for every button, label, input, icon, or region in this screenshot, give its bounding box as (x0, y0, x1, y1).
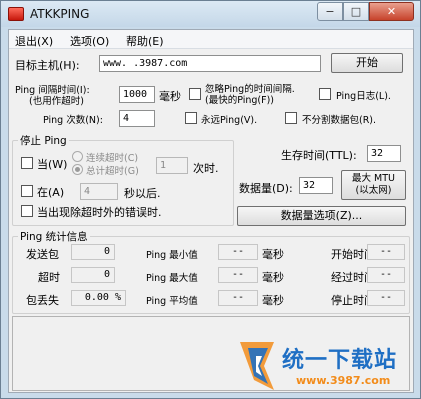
sent-value: 0 (71, 244, 115, 260)
window-title: ATKKPING (30, 7, 90, 21)
ping-min-label: Ping 最小值 (146, 250, 198, 261)
seconds-input[interactable]: 4 (80, 183, 118, 200)
title-bar[interactable]: ATKKPING − □ ✕ (1, 1, 420, 27)
timeout-count-input[interactable]: 1 (156, 157, 188, 174)
forever-ping-checkbox[interactable] (185, 112, 197, 124)
stop-after-checkbox[interactable] (21, 185, 33, 197)
maximize-button[interactable]: □ (343, 2, 369, 21)
total-timeout-label: 总计超时(G) (86, 166, 139, 177)
ignore-interval-sublabel: (最快的Ping(F)) (205, 95, 275, 106)
ping-max-label: Ping 最大值 (146, 273, 198, 284)
ping-avg-label: Ping 平均值 (146, 296, 198, 307)
ttl-input[interactable]: 32 (367, 145, 401, 162)
app-window: ATKKPING − □ ✕ 退出(X) 选项(O) 帮助(E) 目标主机(H)… (0, 0, 421, 399)
max-mtu-line2: (以太网) (355, 185, 392, 196)
seconds-after-label: 秒以后. (124, 187, 161, 200)
stats-title: Ping 统计信息 (18, 229, 90, 244)
timeout-label: 超时 (38, 271, 60, 284)
consecutive-timeout-label: 连续超时(C) (86, 153, 139, 164)
forever-ping-label: 永远Ping(V). (201, 115, 258, 126)
start-button[interactable]: 开始 (331, 53, 403, 73)
ping-min-value: -- (218, 244, 258, 260)
close-button[interactable]: ✕ (369, 2, 414, 21)
ping-min-unit: 毫秒 (262, 248, 284, 261)
elapsed-time-value: -- (367, 267, 405, 283)
watermark-brand: 统一下载站 (282, 348, 398, 373)
ttl-label: 生存时间(TTL): (281, 149, 357, 162)
stop-ping-title: 停止 Ping (18, 133, 69, 148)
packet-loss-label: 包丢失 (26, 294, 59, 307)
app-icon (8, 7, 24, 21)
interval-unit: 毫秒 (159, 90, 181, 103)
max-mtu-button[interactable]: 最大 MTU (以太网) (341, 170, 406, 200)
consecutive-timeout-radio[interactable] (72, 151, 83, 162)
stop-when-label: 当(W) (37, 156, 67, 172)
interval-sublabel: (也用作超时) (29, 96, 84, 107)
client-area: 退出(X) 选项(O) 帮助(E) 目标主机(H): www. .3987.co… (8, 29, 414, 393)
stop-after-label: 在(A) (37, 186, 65, 199)
non-timeout-error-checkbox[interactable] (21, 205, 33, 217)
ping-max-value: -- (218, 267, 258, 283)
no-fragment-label: 不分割数据包(R). (302, 115, 377, 126)
total-timeout-radio[interactable] (72, 164, 83, 175)
watermark-url: www.3987.com (296, 374, 391, 387)
data-options-button[interactable]: 数据量选项(Z)... (237, 206, 406, 226)
ping-log-checkbox[interactable] (319, 88, 331, 100)
stop-when-checkbox[interactable] (21, 157, 33, 169)
start-time-value: -- (367, 244, 405, 260)
menu-options[interactable]: 选项(O) (70, 33, 109, 49)
target-host-input[interactable]: www. .3987.com (99, 55, 321, 72)
ping-log-label: Ping日志(L). (336, 91, 391, 102)
target-host-label: 目标主机(H): (15, 59, 80, 72)
data-size-input[interactable]: 32 (299, 177, 333, 194)
menu-help[interactable]: 帮助(E) (126, 33, 164, 49)
no-fragment-checkbox[interactable] (285, 112, 297, 124)
timeout-value: 0 (71, 267, 115, 283)
max-mtu-line1: 最大 MTU (352, 173, 395, 184)
stop-time-value: -- (367, 290, 405, 306)
stop-when-text: 当(W) (37, 158, 68, 171)
minimize-button[interactable]: − (317, 2, 343, 21)
menu-bar: 退出(X) 选项(O) 帮助(E) (9, 30, 413, 49)
menu-exit[interactable]: 退出(X) (15, 33, 53, 49)
ping-count-input[interactable]: 4 (119, 110, 155, 127)
packet-loss-value: 0.00 % (71, 290, 126, 306)
sent-label: 发送包 (26, 248, 59, 261)
ping-avg-unit: 毫秒 (262, 294, 284, 307)
ping-max-unit: 毫秒 (262, 271, 284, 284)
non-timeout-error-label: 当出现除超时外的错误时. (37, 206, 162, 219)
interval-input[interactable]: 1000 (119, 86, 155, 103)
ping-avg-value: -- (218, 290, 258, 306)
ping-count-label: Ping 次数(N): (43, 115, 103, 126)
ignore-interval-checkbox[interactable] (189, 88, 201, 100)
site-watermark: 统一下载站 www.3987.com (234, 336, 412, 394)
data-size-label: 数据量(D): (239, 182, 293, 195)
times-label: 次时. (193, 162, 219, 175)
